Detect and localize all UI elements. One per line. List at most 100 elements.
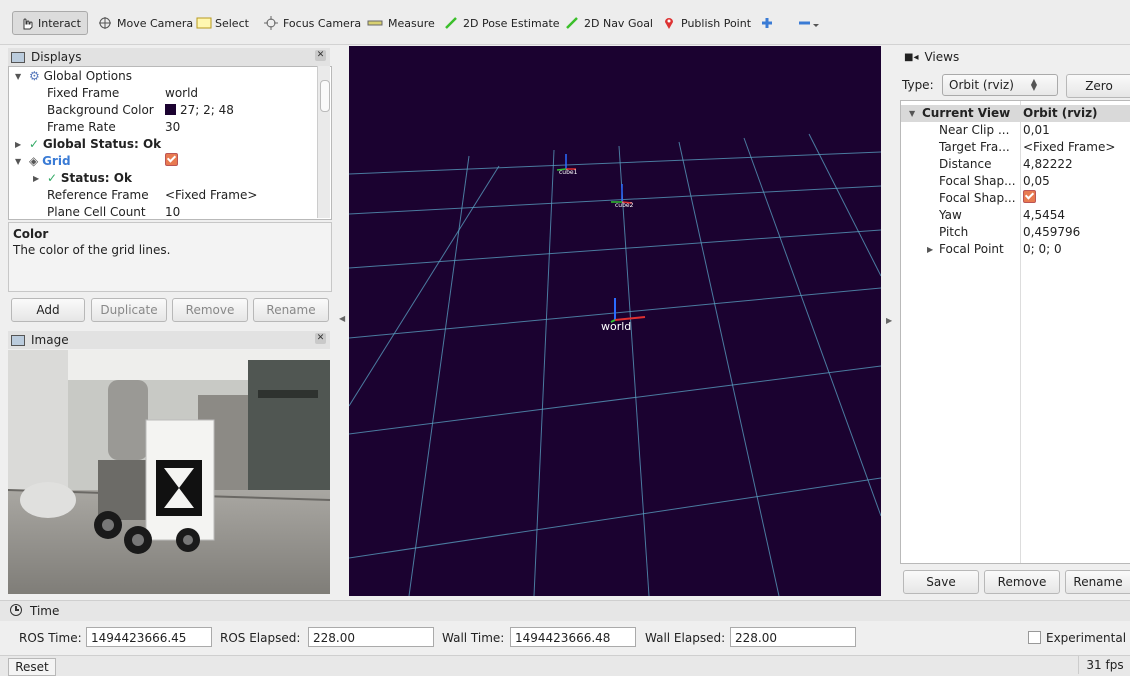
tree-row-global-status[interactable]: ▶ ✓ Global Status: Ok [9,136,317,153]
checkmark-icon: ✓ [47,171,58,185]
grid-line [678,141,780,596]
view-row-target-frame[interactable]: Target Fra... <Fixed Frame> [901,139,1130,156]
close-icon[interactable]: ✕ [315,50,326,61]
reset-button[interactable]: Reset [8,658,56,676]
pose-estimate-tool[interactable]: 2D Pose Estimate [444,12,560,34]
grid-line [349,229,881,269]
displays-scrollbar[interactable] [317,66,330,218]
image-panel-header: Image ✕ [8,331,330,349]
view-row-focal-point[interactable]: ▶ Focal Point 0; 0; 0 [901,241,1130,258]
save-view-button[interactable]: Save [903,570,979,594]
tf-frame-world: world [601,298,646,333]
remove-view-button[interactable]: Remove [984,570,1060,594]
grid-line [349,477,881,559]
tree-row-global-options[interactable]: ▼ ⚙ Global Options [9,68,317,85]
rename-view-button[interactable]: Rename [1065,570,1130,594]
image-icon [11,334,25,346]
grid-line [349,165,500,407]
view-row-pitch[interactable]: Pitch 0,459796 [901,224,1130,241]
view-type-label: Type: [902,78,934,92]
ros-time-field[interactable]: 1494423666.45 [86,627,212,647]
checkmark-icon: ✓ [29,137,40,151]
move-camera-tool[interactable]: Move Camera [98,12,193,34]
tree-row-grid[interactable]: ▼ ◈ Grid [9,153,317,170]
view-row-current-view[interactable]: ▼ Current View Orbit (rviz) [901,105,1130,122]
select-tool[interactable]: Select [196,12,249,34]
wall-elapsed-field[interactable]: 228.00 [730,627,856,647]
grid-line [808,133,881,277]
status-bar [0,655,1130,676]
view-row-focal-shape-fixed[interactable]: Focal Shap... [901,190,1130,207]
wall-time-label: Wall Time: [442,631,505,645]
camera-image [8,350,330,594]
ros-elapsed-field[interactable]: 228.00 [308,627,434,647]
remove-tool-button[interactable] [798,12,820,34]
left-splitter-arrow-icon[interactable]: ◀ [339,314,345,323]
tree-row-plane-cell-count[interactable]: Plane Cell Count 10 [9,204,317,219]
grid-line [349,151,881,175]
main-toolbar: Interact Move Camera Select Focus Camera… [0,0,1130,45]
right-splitter-arrow-icon[interactable]: ▶ [886,316,892,325]
experimental-checkbox[interactable] [1028,631,1041,644]
3d-render-view[interactable]: cube1 cube2 world [349,46,881,596]
frame-label-world: world [601,320,631,333]
gear-icon: ⚙ [29,69,40,83]
view-row-near-clip[interactable]: Near Clip ... 0,01 [901,122,1130,139]
frame-label-cube1: cube1 [559,169,578,176]
tf-frame-cube2: cube2 [611,184,634,209]
measure-tool[interactable]: Measure [367,12,435,34]
grid-scene: cube1 cube2 world [349,133,881,596]
clock-icon [10,604,22,616]
add-tool-button[interactable] [760,12,774,34]
grid-line [349,365,881,435]
wall-elapsed-label: Wall Elapsed: [645,631,726,645]
select-rect-icon [196,16,212,30]
spin-arrows-icon: ▲ ▼ [1030,77,1037,92]
close-icon[interactable]: ✕ [315,333,326,344]
view-row-distance[interactable]: Distance 4,82222 [901,156,1130,173]
time-panel-header: Time [0,600,1130,621]
interact-tool[interactable]: Interact [12,11,88,35]
views-panel-header: ■◂ Views [900,48,1130,66]
monitor-icon [11,51,25,63]
ruler-icon [367,16,383,30]
focus-camera-icon [264,16,278,30]
plus-icon [760,16,774,30]
ros-elapsed-label: ROS Elapsed: [220,631,301,645]
grid-line [349,185,881,215]
tree-row-frame-rate[interactable]: Frame Rate 30 [9,119,317,136]
nav-goal-tool[interactable]: 2D Nav Goal [565,12,653,34]
description-text: The color of the grid lines. [13,243,171,257]
hand-pointer-icon [19,16,33,30]
view-row-focal-shape-size[interactable]: Focal Shap... 0,05 [901,173,1130,190]
fps-indicator: 31 fps [1078,656,1130,674]
tree-row-reference-frame[interactable]: Reference Frame <Fixed Frame> [9,187,317,204]
rename-display-button[interactable]: Rename [253,298,329,322]
tree-row-grid-status[interactable]: ▶ ✓ Status: Ok [9,170,317,187]
tree-row-fixed-frame[interactable]: Fixed Frame world [9,85,317,102]
focal-shape-checkbox[interactable] [1023,190,1036,203]
grid-line [618,145,650,596]
remove-display-button[interactable]: Remove [172,298,248,322]
view-type-select[interactable]: Orbit (rviz) ▲ ▼ [942,74,1058,96]
move-camera-icon [98,16,112,30]
grid-enabled-checkbox[interactable] [165,153,178,166]
grid-line [743,137,881,517]
camera-icon: ■◂ [904,51,919,63]
frame-label-cube2: cube2 [615,202,634,209]
experimental-label: Experimental [1046,631,1127,645]
tree-row-background-color[interactable]: Background Color 27; 2; 48 [9,102,317,119]
views-tree: ▼ Current View Orbit (rviz) Near Clip ..… [900,100,1130,564]
green-arrow-icon [444,16,458,30]
map-pin-icon [662,16,676,30]
wall-time-field[interactable]: 1494423666.48 [510,627,636,647]
property-description: Color The color of the grid lines. [8,222,332,292]
view-row-yaw[interactable]: Yaw 4,5454 [901,207,1130,224]
duplicate-display-button[interactable]: Duplicate [91,298,167,322]
zero-button[interactable]: Zero [1066,74,1130,98]
add-display-button[interactable]: Add [11,298,85,322]
publish-point-tool[interactable]: Publish Point [662,12,751,34]
focus-camera-tool[interactable]: Focus Camera [264,12,361,34]
grid-line [408,155,470,596]
grid-eye-icon: ◈ [29,154,39,168]
